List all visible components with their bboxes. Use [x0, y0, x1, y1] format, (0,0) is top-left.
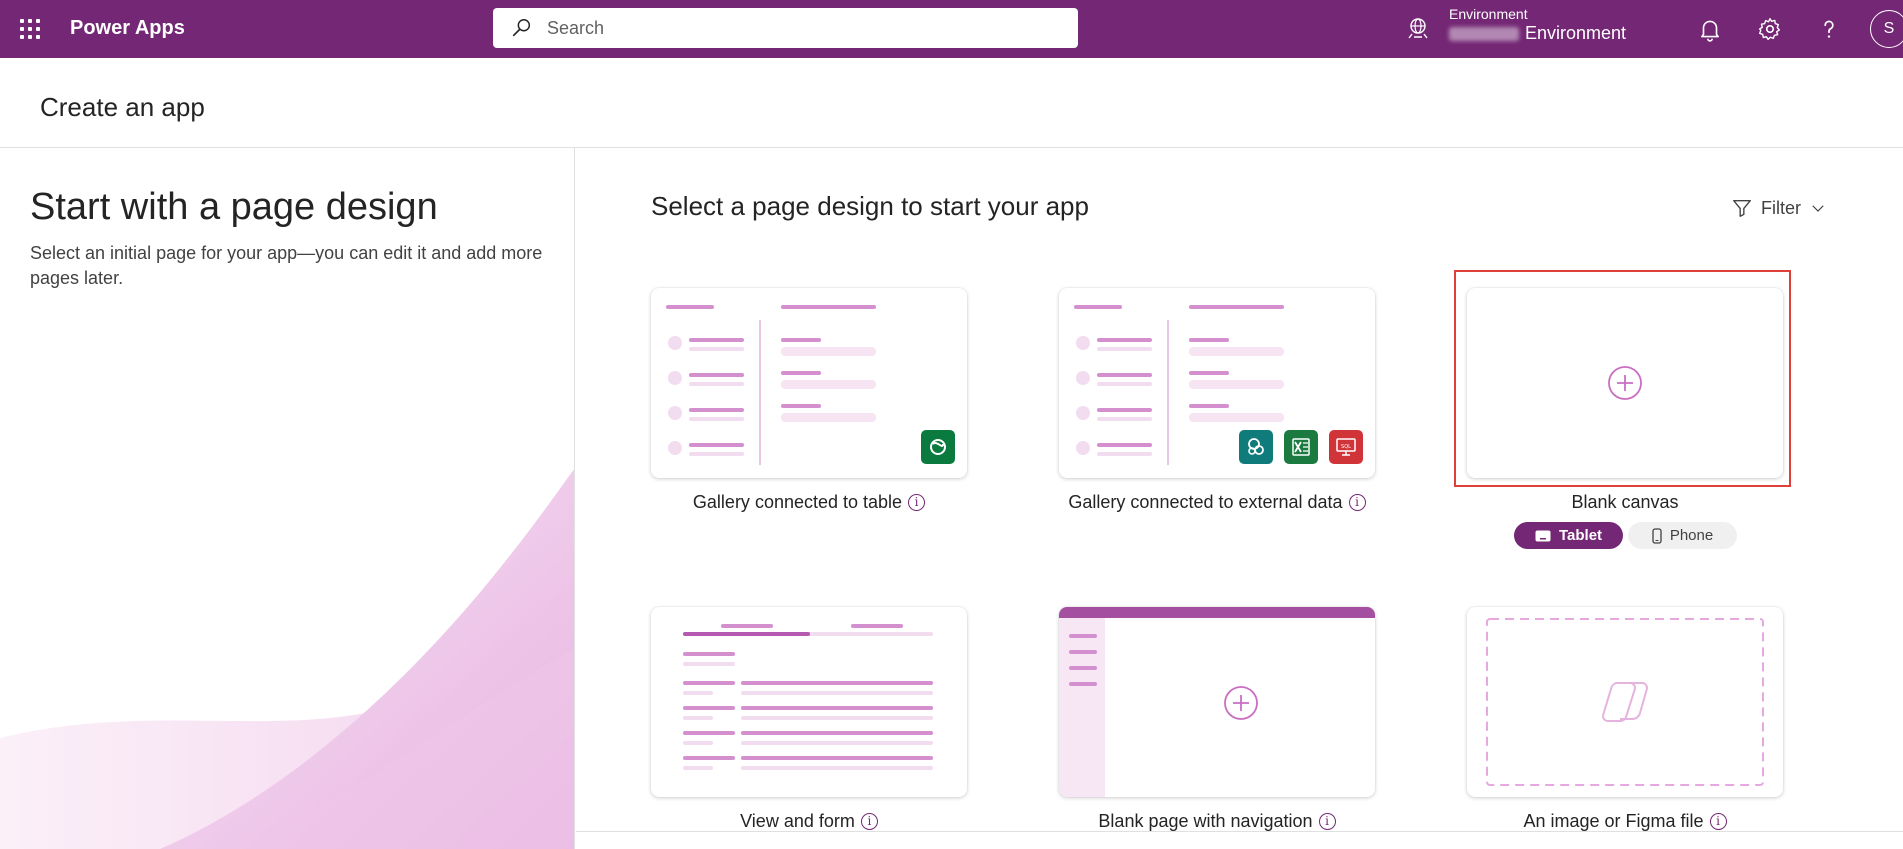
card-label: Blank canvas [1571, 492, 1679, 512]
card-label: Gallery connected to table [692, 492, 903, 512]
search-icon [512, 19, 531, 37]
dataverse-icon [921, 430, 955, 464]
filter-label: Filter [1761, 197, 1801, 218]
tablet-label: Tablet [1558, 527, 1603, 544]
info-icon[interactable]: i [1348, 494, 1366, 511]
left-heading: Start with a page design [30, 186, 438, 228]
copilot-icon [1602, 682, 1648, 723]
redacted-text [1449, 26, 1519, 41]
sql-icon: SQL [1329, 430, 1363, 464]
page-title: Create an app [40, 92, 205, 122]
top-bar: Power Apps Search Environment Environmen… [0, 0, 1903, 58]
filter-funnel-icon [1733, 199, 1751, 217]
phone-label: Phone [1669, 527, 1714, 544]
settings-gear-icon[interactable] [1757, 16, 1783, 42]
info-icon[interactable]: i [1709, 813, 1727, 830]
info-icon[interactable]: i [908, 494, 926, 511]
left-description: Select an initial page for your app—you … [30, 243, 543, 288]
navigation-preview [1059, 607, 1375, 797]
card-label: Blank page with navigation [1098, 811, 1313, 831]
divider [576, 831, 1903, 832]
card-caption: Blank page with navigation i [1017, 811, 1417, 832]
card-gallery-external[interactable]: SQL [1059, 288, 1375, 478]
notifications-bell-icon[interactable] [1697, 16, 1723, 42]
environment-selector[interactable]: Environment [1449, 23, 1626, 44]
phone-toggle[interactable]: Phone [1628, 522, 1737, 549]
tablet-toggle[interactable]: Tablet [1514, 522, 1623, 549]
info-icon[interactable]: i [860, 813, 878, 830]
filter-button[interactable]: Filter [1731, 197, 1835, 219]
environment-label: Environment [1449, 6, 1528, 22]
card-gallery-table[interactable] [651, 288, 967, 478]
help-icon[interactable] [1816, 16, 1842, 42]
info-icon[interactable]: i [1318, 813, 1336, 830]
selection-highlight [1454, 270, 1791, 487]
excel-icon [1284, 430, 1318, 464]
page-header: Create an app [0, 58, 1903, 148]
card-label: Gallery connected to external data [1068, 492, 1343, 512]
chevron-down-icon [1812, 205, 1824, 212]
gallery-preview [1074, 305, 1284, 465]
app-name[interactable]: Power Apps [70, 17, 185, 40]
left-pane: Start with a page design Select an initi… [0, 148, 575, 849]
view-form-preview [683, 624, 933, 770]
picker-heading: Select a page design to start your app [651, 191, 1089, 221]
svg-text:SQL: SQL [1341, 444, 1351, 450]
card-label: View and form [740, 811, 855, 831]
card-caption: An image or Figma file i [1425, 811, 1825, 832]
tablet-icon [1535, 530, 1551, 541]
gallery-preview [666, 305, 876, 465]
user-avatar[interactable]: S [1870, 10, 1903, 48]
app-launcher-icon[interactable] [18, 17, 42, 41]
card-label: An image or Figma file [1523, 811, 1704, 831]
card-view-and-form[interactable] [651, 607, 967, 797]
card-blank-page-navigation[interactable] [1059, 607, 1375, 797]
card-caption: Gallery connected to external data i [1017, 492, 1417, 513]
card-caption: View and form i [609, 811, 1009, 832]
environment-name: Environment [1525, 23, 1627, 43]
phone-icon [1652, 527, 1662, 544]
environment-icon[interactable] [1406, 16, 1430, 40]
card-caption: Gallery connected to table i [609, 492, 1009, 513]
card-caption: Blank canvas [1425, 492, 1825, 513]
search-placeholder: Search [547, 17, 605, 38]
sharepoint-icon [1239, 430, 1273, 464]
search-box[interactable]: Search [493, 8, 1078, 48]
plus-circle-icon [1224, 686, 1258, 720]
card-image-or-figma[interactable] [1467, 607, 1783, 797]
